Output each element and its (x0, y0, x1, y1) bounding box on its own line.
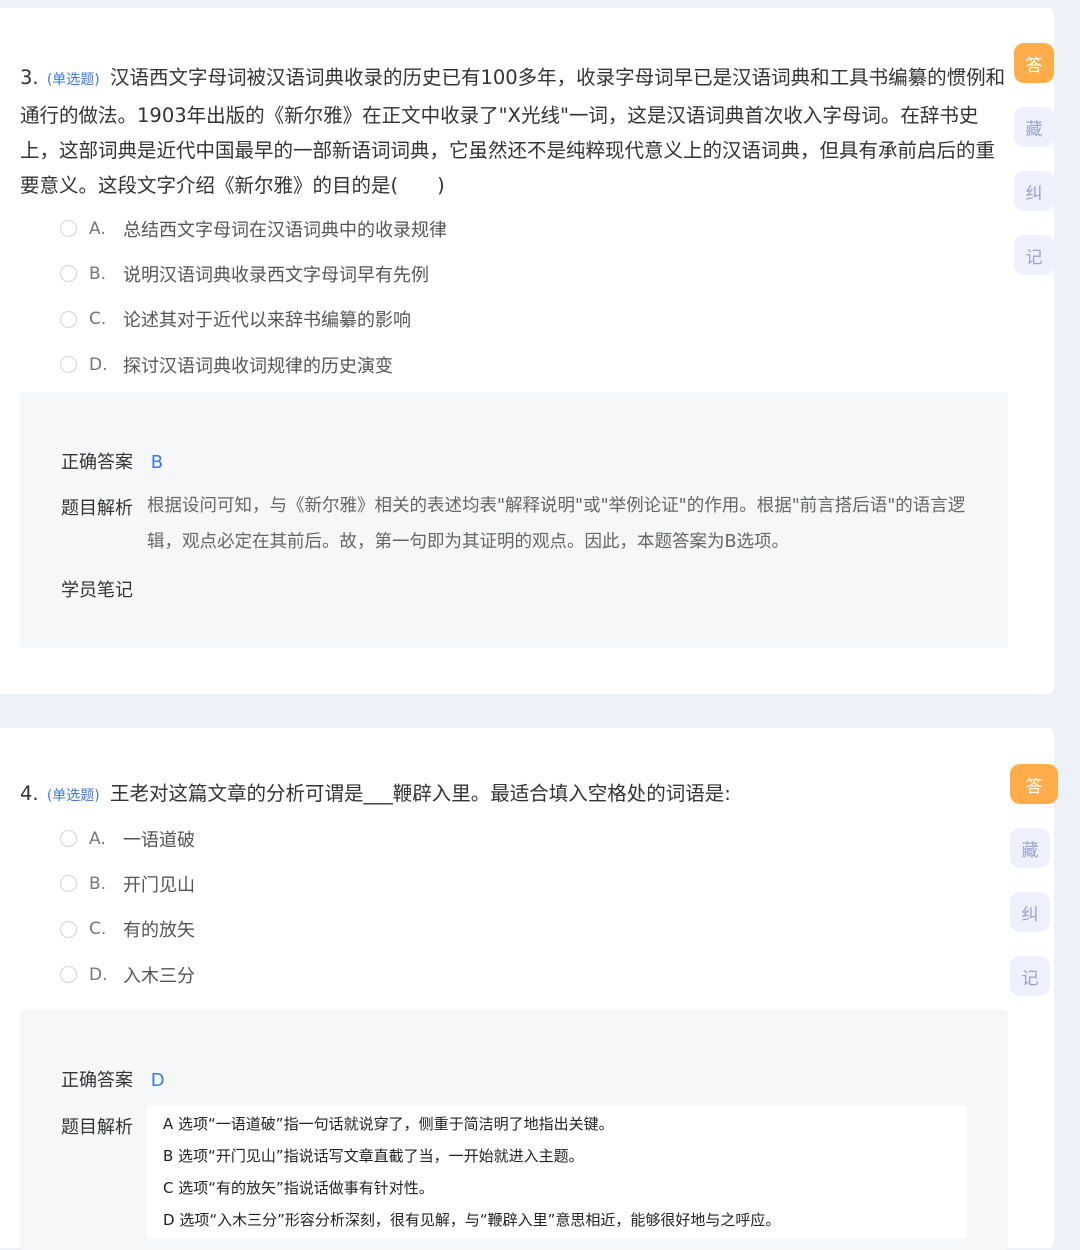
option-letter: A. (89, 218, 106, 239)
side-toolbar-q3: 答 藏 纠 记 (1014, 43, 1054, 299)
option-b[interactable]: B. 说明汉语词典收录西文字母词早有先例 (60, 251, 447, 296)
option-letter: D. (89, 964, 108, 985)
correct-answer-row: 正确答案 D (61, 1066, 165, 1092)
analysis-label: 题目解析 (61, 498, 133, 519)
student-notes-label: 学员笔记 (61, 580, 133, 601)
collect-button[interactable]: 藏 (1014, 107, 1054, 147)
question-type-label: (单选题) (46, 788, 100, 804)
question-stem: 3. (单选题) 汉语西文字母词被汉语词典收录的历史已有100多年，收录字母词早… (20, 60, 1010, 203)
question-number: 4. (20, 782, 39, 805)
analysis-line: B 选项“开门见山”指说话写文章直截了当，一开始就进入主题。 (163, 1147, 584, 1165)
correct-answer-row: 正确答案 B (61, 448, 163, 474)
answer-panel: 正确答案 B 题目解析 根据设问可知，与《新尔雅》相关的表述均表"解释说明"或"… (20, 392, 1008, 648)
option-b[interactable]: B. 开门见山 (60, 861, 195, 906)
question-stem: 4. (单选题) 王老对这篇文章的分析可谓是___鞭辟入里。最适合填入空格处的词… (20, 776, 1010, 814)
note-button[interactable]: 记 (1010, 956, 1050, 996)
options-list: A. 总结西文字母词在汉语词典中的收录规律 B. 说明汉语词典收录西文字母词早有… (60, 206, 447, 387)
radio-icon[interactable] (60, 830, 77, 848)
report-error-button[interactable]: 纠 (1010, 892, 1050, 932)
radio-icon[interactable] (60, 920, 77, 938)
options-list: A. 一语道破 B. 开门见山 C. 有的放矢 D. 入木三分 (60, 816, 195, 997)
analysis-label: 题目解析 (61, 1117, 133, 1138)
answer-button[interactable]: 答 (1010, 764, 1058, 804)
radio-icon[interactable] (60, 310, 77, 328)
option-text: 探讨汉语词典收词规律的历史演变 (123, 355, 393, 377)
answer-button[interactable]: 答 (1014, 43, 1054, 83)
collect-button[interactable]: 藏 (1010, 828, 1050, 868)
radio-icon[interactable] (60, 875, 77, 893)
option-letter: B. (89, 873, 107, 894)
correct-answer-label: 正确答案 (61, 1070, 133, 1091)
analysis-line: C 选项“有的放矢”指说话做事有针对性。 (163, 1179, 434, 1197)
question-card-4: 4. (单选题) 王老对这篇文章的分析可谓是___鞭辟入里。最适合填入空格处的词… (0, 728, 1054, 1250)
side-toolbar-q4: 答 藏 纠 记 (1010, 764, 1058, 1020)
answer-panel: 正确答案 D 题目解析 A 选项“一语道破”指一句话就说穿了，侧重于简洁明了地指… (20, 1010, 1008, 1250)
option-a[interactable]: A. 一语道破 (60, 816, 195, 861)
option-d[interactable]: D. 入木三分 (60, 952, 195, 997)
question-type-label: (单选题) (46, 72, 100, 88)
option-letter: C. (89, 919, 107, 940)
report-error-button[interactable]: 纠 (1014, 171, 1054, 211)
correct-answer-label: 正确答案 (61, 452, 133, 473)
option-text: 总结西文字母词在汉语词典中的收录规律 (123, 219, 447, 241)
option-text: 开门见山 (123, 874, 195, 896)
option-text: 一语道破 (123, 829, 195, 851)
option-text: 有的放矢 (123, 920, 195, 942)
note-button[interactable]: 记 (1014, 235, 1054, 275)
question-number: 3. (20, 66, 39, 89)
option-d[interactable]: D. 探讨汉语词典收词规律的历史演变 (60, 342, 447, 387)
option-letter: C. (89, 309, 107, 330)
option-text: 论述其对于近代以来辞书编纂的影响 (123, 310, 411, 332)
option-c[interactable]: C. 有的放矢 (60, 907, 195, 952)
question-text: 王老对这篇文章的分析可谓是___鞭辟入里。最适合填入空格处的词语是: (109, 782, 731, 805)
analysis-line: A 选项“一语道破”指一句话就说穿了，侧重于简洁明了地指出关键。 (163, 1115, 614, 1133)
option-a[interactable]: A. 总结西文字母词在汉语词典中的收录规律 (60, 206, 447, 251)
radio-icon[interactable] (60, 966, 77, 984)
option-text: 入木三分 (123, 965, 195, 987)
radio-icon[interactable] (60, 356, 77, 374)
correct-answer-value: B (150, 452, 164, 473)
radio-icon[interactable] (60, 220, 77, 238)
analysis-line: D 选项“入木三分”形容分析深刻，很有见解，与“鞭辟入里”意思相近，能够很好地与… (163, 1211, 781, 1229)
question-text: 汉语西文字母词被汉语词典收录的历史已有100多年，收录字母词早已是汉语词典和工具… (20, 66, 1006, 197)
option-text: 说明汉语词典收录西文字母词早有先例 (123, 264, 429, 286)
correct-answer-value: D (150, 1070, 165, 1091)
analysis-panel: A 选项“一语道破”指一句话就说穿了，侧重于简洁明了地指出关键。 B 选项“开门… (147, 1106, 967, 1238)
analysis-text: 根据设问可知，与《新尔雅》相关的表述均表"解释说明"或"举例论证"的作用。根据"… (147, 496, 966, 552)
option-letter: D. (89, 354, 108, 375)
option-letter: A. (89, 828, 106, 849)
radio-icon[interactable] (60, 265, 77, 283)
option-letter: B. (89, 263, 107, 284)
question-card-3: 3. (单选题) 汉语西文字母词被汉语词典收录的历史已有100多年，收录字母词早… (0, 8, 1054, 694)
option-c[interactable]: C. 论述其对于近代以来辞书编纂的影响 (60, 297, 447, 342)
